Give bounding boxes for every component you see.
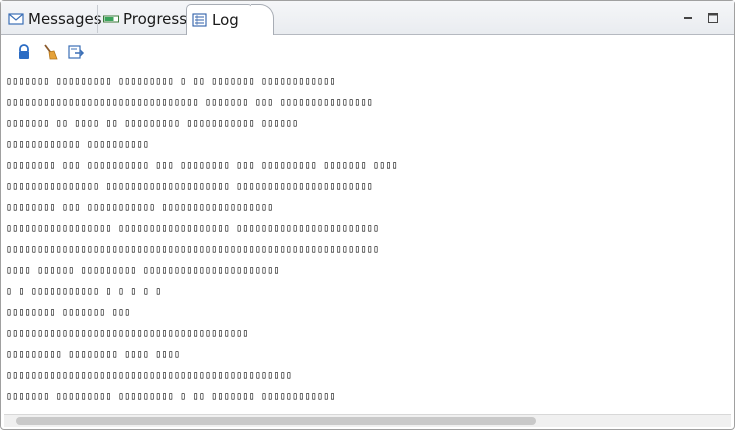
log-line: ▯ ▯ ▯▯▯▯▯▯▯▯▯▯▯ ▯ ▯ ▯ ▯ ▯ (6, 286, 162, 297)
log-output[interactable]: ▯▯▯▯▯▯▯ ▯▯▯▯▯▯▯▯▯ ▯▯▯▯▯▯▯▯▯ ▯ ▯▯ ▯▯▯▯▯▯▯… (4, 71, 731, 411)
log-line: ▯▯▯▯ ▯▯▯▯▯▯ ▯▯▯▯▯▯▯▯▯ ▯▯▯▯▯▯▯▯▯▯▯▯▯▯▯▯▯▯… (6, 265, 280, 276)
log-line: ▯▯▯▯▯▯▯ ▯▯▯▯▯▯▯▯▯ ▯▯▯▯▯▯▯▯▯ ▯ ▯▯ ▯▯▯▯▯▯▯… (6, 76, 336, 87)
log-line: ▯▯▯▯▯▯▯ ▯▯▯▯▯▯▯▯▯ ▯▯▯▯▯▯▯▯▯ ▯ ▯▯ ▯▯▯▯▯▯▯… (6, 391, 336, 402)
log-list-icon (192, 13, 208, 27)
tab-messages[interactable]: Messages (3, 5, 102, 33)
tab-label: Log (212, 11, 239, 29)
tab-progress[interactable]: Progress (97, 5, 191, 33)
progress-bar-icon (103, 12, 119, 26)
log-line: ▯▯▯▯▯▯▯▯ ▯▯▯ ▯▯▯▯▯▯▯▯▯▯▯ ▯▯▯▯▯▯▯▯▯▯▯▯▯▯▯… (6, 202, 274, 213)
log-line: ▯▯▯▯▯▯▯▯▯▯▯▯▯▯▯▯▯▯▯▯▯▯▯▯▯▯▯▯▯▯▯▯▯▯▯▯▯▯▯ (6, 328, 249, 339)
envelope-icon (8, 12, 24, 26)
log-line: ▯▯▯▯▯▯▯▯▯▯▯▯▯▯▯▯▯▯▯▯▯▯▯▯▯▯▯▯▯▯▯▯▯▯▯▯▯▯▯▯… (6, 244, 380, 255)
log-line: ▯▯▯▯▯▯▯▯▯▯▯▯▯▯▯▯▯ ▯▯▯▯▯▯▯▯▯▯▯▯▯▯▯▯▯▯ ▯▯▯… (6, 223, 380, 234)
log-line: ▯▯▯▯▯▯▯▯▯▯▯▯ ▯▯▯▯▯▯▯▯▯▯ (6, 139, 150, 150)
log-toolbar (1, 35, 734, 67)
export-icon[interactable] (67, 43, 85, 61)
maximize-icon[interactable] (706, 11, 720, 25)
log-line: ▯▯▯▯▯▯▯▯▯ ▯▯▯▯▯▯▯▯ ▯▯▯▯ ▯▯▯▯ (6, 349, 181, 360)
log-view-panel: Messages Progress Log ▯▯▯▯▯▯▯ ▯▯▯▯▯▯▯▯▯ … (0, 0, 735, 430)
lock-icon[interactable] (15, 43, 33, 61)
log-line: ▯▯▯▯▯▯▯▯▯▯▯▯▯▯▯ ▯▯▯▯▯▯▯▯▯▯▯▯▯▯▯▯▯▯▯▯ ▯▯▯… (6, 181, 374, 192)
horizontal-scrollbar[interactable] (4, 414, 731, 427)
log-line: ▯▯▯▯▯▯▯▯▯▯▯▯▯▯▯▯▯▯▯▯▯▯▯▯▯▯▯▯▯▯▯▯▯▯▯▯▯▯▯▯… (6, 370, 293, 381)
log-line: ▯▯▯▯▯▯▯ ▯▯ ▯▯▯▯ ▯▯ ▯▯▯▯▯▯▯▯▯ ▯▯▯▯▯▯▯▯▯▯▯… (6, 118, 299, 129)
log-line: ▯▯▯▯▯▯▯▯ ▯▯▯▯▯▯▯ ▯▯▯ (6, 307, 131, 318)
broom-clear-icon[interactable] (41, 43, 59, 61)
log-line: ▯▯▯▯▯▯▯▯▯▯▯▯▯▯▯▯▯▯▯▯▯▯▯▯▯▯▯▯▯▯▯ ▯▯▯▯▯▯▯ … (6, 97, 374, 108)
tab-label: Progress (123, 10, 188, 28)
tab-log[interactable]: Log (186, 4, 274, 36)
minimize-icon[interactable] (681, 11, 695, 25)
log-line: ▯▯▯▯▯▯▯▯ ▯▯▯ ▯▯▯▯▯▯▯▯▯▯ ▯▯▯ ▯▯▯▯▯▯▯▯ ▯▯▯… (6, 160, 398, 171)
scrollbar-thumb[interactable] (16, 417, 536, 425)
tab-label: Messages (28, 10, 102, 28)
tab-bar: Messages Progress Log (1, 1, 734, 36)
